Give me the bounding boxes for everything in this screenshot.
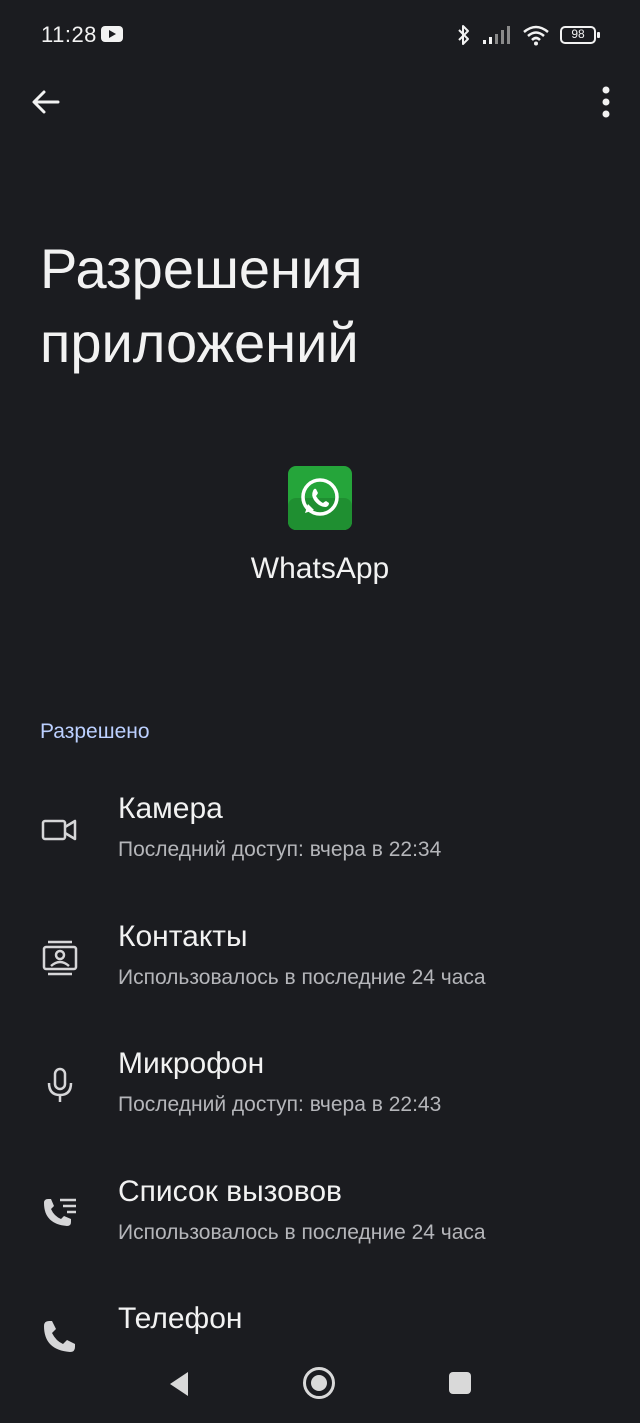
more-options-button[interactable] [592, 82, 620, 122]
status-bar: 11:28 98 [0, 0, 640, 70]
contacts-icon [42, 940, 78, 976]
bluetooth-icon [458, 25, 469, 45]
permission-subtitle: Последний доступ: вчера в 22:34 [118, 838, 442, 861]
youtube-notification-icon [101, 26, 123, 42]
permission-item-camera[interactable]: Камера Последний доступ: вчера в 22:34 [0, 792, 640, 902]
permission-item-call-log[interactable]: Список вызовов Использовалось в последни… [0, 1175, 640, 1285]
top-app-bar [0, 70, 640, 130]
whatsapp-app-icon [288, 466, 352, 530]
status-time: 11:28 [41, 22, 97, 47]
permission-item-contacts[interactable]: Контакты Использовалось в последние 24 ч… [0, 920, 640, 1030]
battery-level: 98 [571, 27, 585, 41]
permission-title: Микрофон [118, 1047, 265, 1080]
permission-title: Телефон [118, 1302, 243, 1335]
nav-home-icon[interactable] [303, 1367, 335, 1399]
battery-icon: 98 [560, 26, 600, 44]
system-navigation-bar [0, 1350, 640, 1423]
permission-item-microphone[interactable]: Микрофон Последний доступ: вчера в 22:43 [0, 1047, 640, 1157]
back-button[interactable] [26, 82, 66, 122]
permission-subtitle: Использовалось в последние 24 часа [118, 966, 486, 989]
arrow-back-icon [32, 90, 60, 114]
permission-subtitle: Последний доступ: вчера в 22:43 [118, 1093, 442, 1116]
status-icons: 98 [456, 20, 600, 50]
section-header-allowed: Разрешено [40, 720, 150, 743]
cellular-signal-icon [483, 26, 510, 44]
permission-item-phone[interactable]: Телефон [0, 1302, 640, 1352]
permission-subtitle: Использовалось в последние 24 часа [118, 1221, 486, 1244]
nav-recents-icon[interactable] [449, 1372, 471, 1394]
microphone-icon [47, 1067, 73, 1102]
camera-icon [41, 819, 77, 841]
permission-title: Контакты [118, 920, 248, 953]
app-name: WhatsApp [250, 552, 390, 585]
nav-back-icon[interactable] [166, 1370, 192, 1398]
call-log-icon [44, 1198, 76, 1226]
page-title: Разрешения приложений [40, 237, 363, 374]
permission-title: Камера [118, 792, 223, 825]
wifi-icon [523, 25, 549, 46]
permission-title: Список вызовов [118, 1175, 342, 1208]
more-vert-icon [602, 86, 610, 118]
